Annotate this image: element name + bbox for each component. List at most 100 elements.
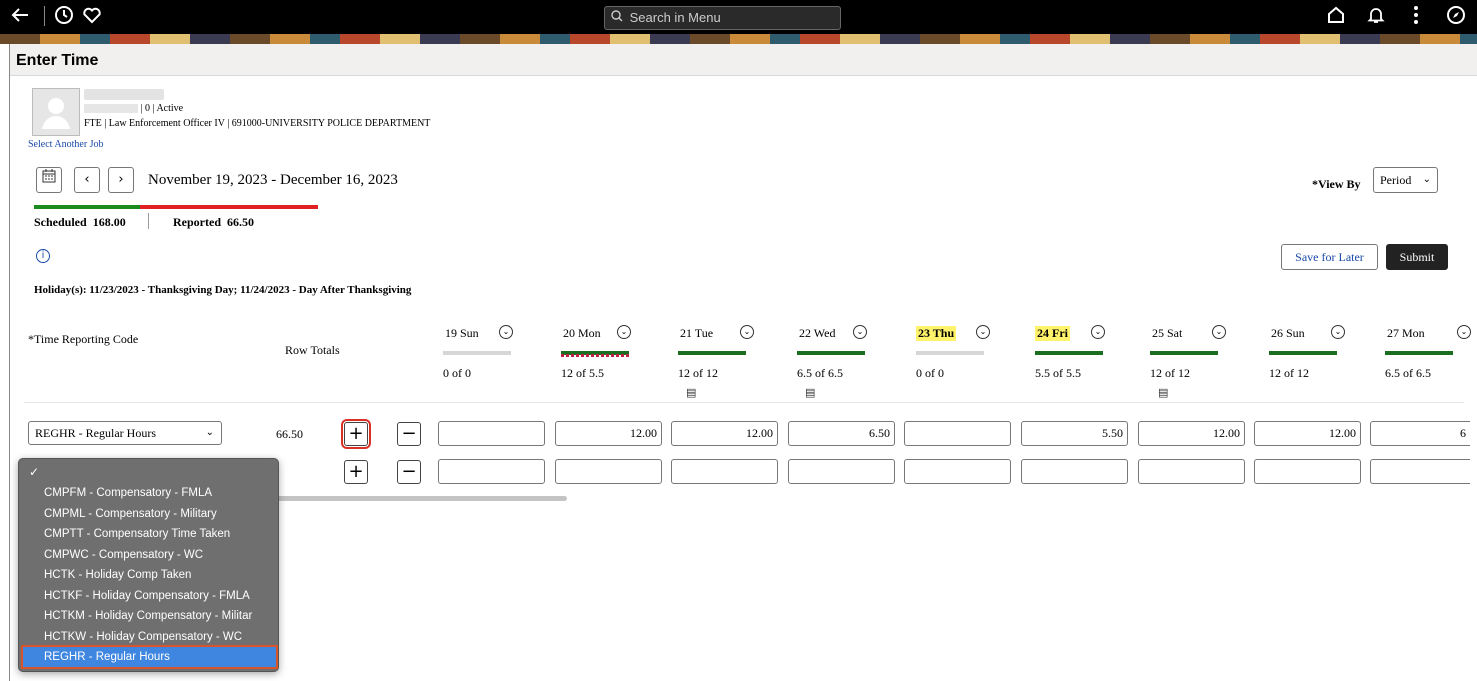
- add-row-button[interactable]: +: [344, 460, 368, 484]
- scheduled-value: 168.00: [92, 215, 126, 229]
- hours-input-cell[interactable]: [555, 459, 662, 484]
- day-hours-value: 12 of 12: [678, 366, 718, 380]
- row-total-value: 66.50: [276, 427, 303, 441]
- next-period-button[interactable]: ›: [108, 167, 134, 193]
- dropdown-option[interactable]: HCTK - Holiday Comp Taken: [23, 565, 276, 585]
- hours-input-cell[interactable]: [438, 459, 545, 484]
- day-progress-bar: [678, 351, 746, 355]
- avatar: [32, 88, 80, 136]
- chevron-down-circle-icon[interactable]: ⌄: [1212, 325, 1226, 339]
- hours-input-cell[interactable]: 12.00: [1254, 421, 1361, 446]
- day-name: 23 Thu: [916, 326, 957, 341]
- home-icon[interactable]: [1324, 4, 1348, 28]
- hours-input-cell[interactable]: [904, 421, 1011, 446]
- comment-icon[interactable]: ▤: [1158, 386, 1168, 399]
- add-row-button[interactable]: +: [341, 419, 371, 449]
- hours-input-cell[interactable]: 12.00: [555, 421, 662, 446]
- page-title-bar: Enter Time: [10, 44, 1477, 76]
- chevron-down-circle-icon[interactable]: ⌄: [1331, 325, 1345, 339]
- favorites-heart-icon[interactable]: [80, 4, 104, 28]
- chevron-down-circle-icon[interactable]: ⌄: [499, 325, 513, 339]
- remove-row-button[interactable]: −: [397, 460, 421, 484]
- more-vertical-icon[interactable]: [1404, 4, 1428, 28]
- chevron-left-icon: ‹: [84, 172, 90, 187]
- hours-input-cell[interactable]: 12.00: [1138, 421, 1245, 446]
- info-icon[interactable]: i: [36, 249, 50, 263]
- day-progress-bar: [443, 351, 511, 355]
- dropdown-option[interactable]: CMPML - Compensatory - Military: [23, 504, 276, 524]
- day-name: 19 Sun: [445, 326, 479, 340]
- grid-header-divider: [24, 402, 1464, 403]
- dropdown-option[interactable]: CMPTT - Compensatory Time Taken: [23, 524, 276, 544]
- day-progress-bar: [1269, 351, 1337, 355]
- search-input[interactable]: Search in Menu: [604, 6, 841, 30]
- period-range: November 19, 2023 - December 16, 2023: [148, 172, 398, 188]
- page-border: [9, 44, 10, 681]
- calendar-icon: [42, 169, 56, 183]
- chevron-down-circle-icon[interactable]: ⌄: [617, 325, 631, 339]
- hours-input-cell[interactable]: 12.00: [671, 421, 778, 446]
- navbar-compass-icon[interactable]: [1444, 4, 1468, 28]
- chevron-down-circle-icon[interactable]: ⌄: [1091, 325, 1105, 339]
- day-hours-value: 12 of 5.5: [561, 366, 604, 380]
- reported-label: Reported: [173, 215, 221, 229]
- dropdown-option[interactable]: CMPFM - Compensatory - FMLA: [23, 483, 276, 503]
- chevron-down-circle-icon[interactable]: ⌄: [853, 325, 867, 339]
- submit-button[interactable]: Submit: [1386, 244, 1448, 270]
- search-placeholder: Search in Menu: [629, 10, 721, 25]
- scheduled-summary: Scheduled 168.00: [34, 215, 126, 230]
- chevron-down-icon: ⌄: [1422, 174, 1431, 185]
- hours-input-cell[interactable]: [1370, 459, 1470, 484]
- back-arrow-icon[interactable]: [8, 4, 32, 28]
- chevron-down-circle-icon[interactable]: ⌄: [1457, 325, 1471, 339]
- view-by-select[interactable]: Period ⌄: [1373, 167, 1438, 193]
- trc-select-row-1[interactable]: REGHR - Regular Hours ⌄: [28, 421, 222, 445]
- select-another-job-link[interactable]: Select Another Job: [28, 139, 104, 150]
- day-hours-value: 6.5 of 6.5: [797, 366, 843, 380]
- hours-input-cell[interactable]: [671, 459, 778, 484]
- hours-input-cell[interactable]: 6.50: [788, 421, 895, 446]
- hours-input-cell[interactable]: [1254, 459, 1361, 484]
- dropdown-option[interactable]: HCTKM - Holiday Compensatory - Militar: [23, 606, 276, 626]
- day-name: 22 Wed: [799, 326, 836, 340]
- chevron-down-icon: ⌄: [205, 427, 214, 438]
- comment-icon[interactable]: ▤: [805, 386, 815, 399]
- day-progress-bar: [1150, 351, 1218, 355]
- day-name: 24 Fri: [1035, 326, 1070, 341]
- save-for-later-button[interactable]: Save for Later: [1281, 244, 1378, 270]
- trc-select-value: REGHR - Regular Hours: [35, 426, 156, 440]
- hours-input-cell[interactable]: [1138, 459, 1245, 484]
- row-totals-header: Row Totals: [285, 343, 340, 357]
- reported-summary: Reported 66.50: [173, 215, 254, 230]
- comment-icon[interactable]: ▤: [686, 386, 696, 399]
- hours-input-cell[interactable]: 6: [1370, 421, 1470, 446]
- day-hours-value: 12 of 12: [1269, 366, 1309, 380]
- hours-input-cell[interactable]: [1021, 459, 1128, 484]
- day-hours-value: 12 of 12: [1150, 366, 1190, 380]
- chevron-down-circle-icon[interactable]: ⌄: [740, 325, 754, 339]
- day-progress-bar: [797, 351, 865, 355]
- overage-indicator: [561, 354, 629, 357]
- employee-status-text: | 0 | Active: [140, 103, 184, 114]
- search-icon: [611, 10, 623, 22]
- dropdown-option[interactable]: HCTKF - Holiday Compensatory - FMLA: [23, 586, 276, 606]
- remove-row-button[interactable]: −: [397, 422, 421, 446]
- topbar-divider: [44, 6, 45, 26]
- hours-input-cell[interactable]: [438, 421, 545, 446]
- dropdown-option[interactable]: REGHR - Regular Hours: [21, 645, 278, 669]
- unreported-progress-bar: [140, 205, 318, 209]
- person-placeholder-icon: [42, 98, 70, 129]
- dropdown-option[interactable]: HCTKW - Holiday Compensatory - WC: [23, 627, 276, 647]
- hours-input-cell[interactable]: [788, 459, 895, 484]
- notification-bell-icon[interactable]: [1364, 4, 1388, 28]
- checkmark-icon: ✓: [29, 465, 40, 479]
- calendar-button[interactable]: [36, 167, 62, 193]
- chevron-down-circle-icon[interactable]: ⌄: [976, 325, 990, 339]
- hours-input-cell[interactable]: [904, 459, 1011, 484]
- chevron-right-icon: ›: [118, 172, 124, 187]
- reported-value: 66.50: [227, 215, 254, 229]
- hours-input-cell[interactable]: 5.50: [1021, 421, 1128, 446]
- history-icon[interactable]: [52, 4, 76, 28]
- previous-period-button[interactable]: ‹: [74, 167, 100, 193]
- dropdown-option[interactable]: CMPWC - Compensatory - WC: [23, 545, 276, 565]
